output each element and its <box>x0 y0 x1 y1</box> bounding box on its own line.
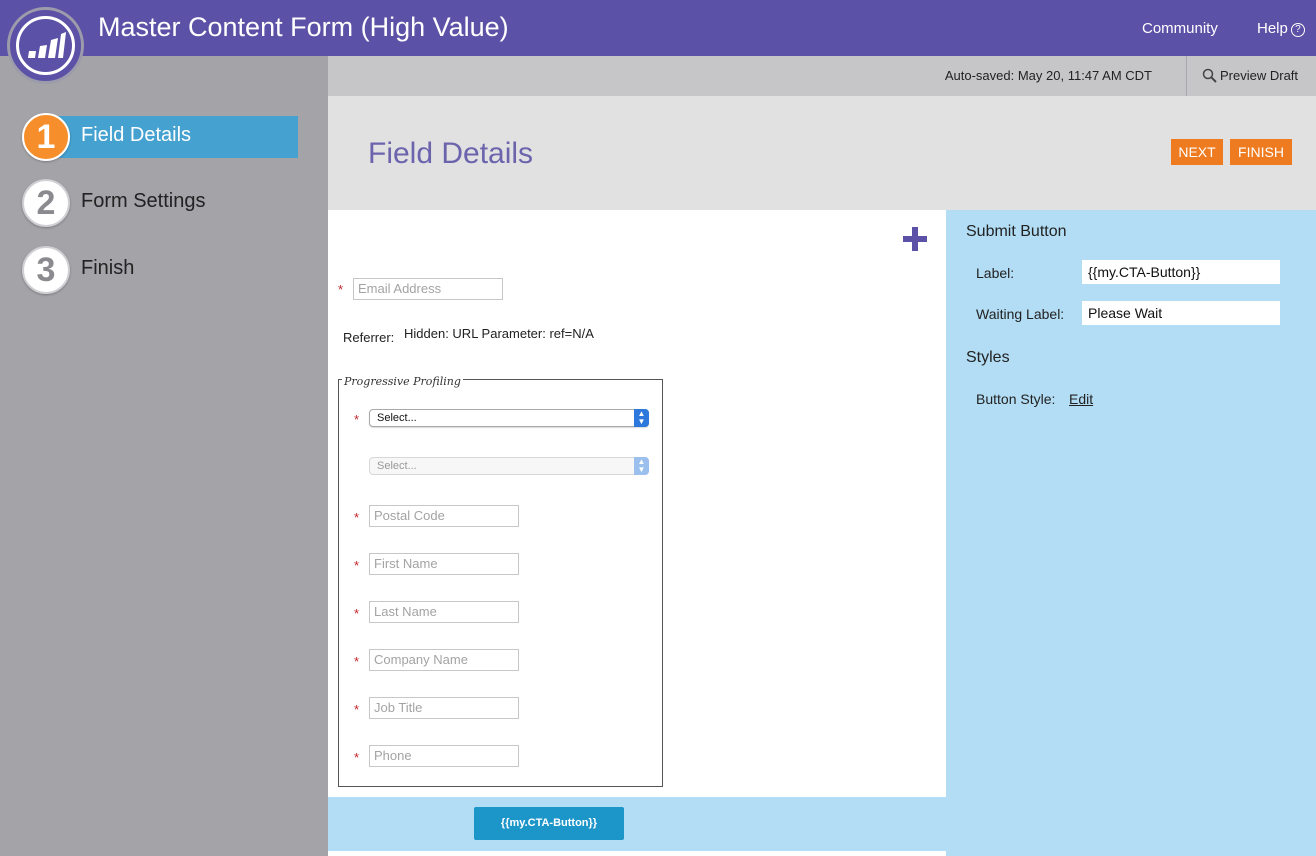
first-name-field[interactable]: First Name <box>369 553 519 575</box>
submit-button[interactable]: {{my.CTA-Button}} <box>474 807 624 840</box>
submit-button-heading: Submit Button <box>966 223 1067 240</box>
waiting-label-input[interactable]: Please Wait <box>1082 301 1280 325</box>
required-marker: * <box>354 412 360 427</box>
referrer-label: Referrer: <box>343 330 395 345</box>
step-number-badge: 1 <box>22 113 70 161</box>
select-dropdown-2[interactable]: Select... ▲ ▼ <box>369 457 649 475</box>
search-icon <box>1202 68 1217 83</box>
waiting-label-label: Waiting Label: <box>976 306 1065 322</box>
divider <box>1186 56 1187 96</box>
progressive-profiling-box[interactable] <box>338 379 663 787</box>
button-style-label: Button Style: <box>976 391 1056 407</box>
select-value: Select... <box>377 412 417 424</box>
step-label: Finish <box>81 257 135 279</box>
required-marker: * <box>354 558 360 573</box>
styles-heading: Styles <box>966 349 1010 366</box>
phone-field[interactable]: Phone <box>369 745 519 767</box>
finish-button[interactable]: FINISH <box>1230 139 1292 165</box>
autosave-status: Auto-saved: May 20, 11:47 AM CDT <box>944 68 1152 83</box>
community-link[interactable]: Community <box>1142 20 1218 37</box>
logo-bars-icon <box>16 16 75 75</box>
preview-draft-button[interactable]: Preview Draft <box>1202 68 1298 83</box>
preview-draft-label: Preview Draft <box>1220 68 1299 83</box>
step-label: Form Settings <box>81 190 206 212</box>
required-marker: * <box>354 654 360 669</box>
add-field-icon[interactable] <box>902 226 928 252</box>
help-label: Help <box>1257 20 1288 37</box>
submit-button-row[interactable]: {{my.CTA-Button}} <box>328 797 946 851</box>
company-name-field[interactable]: Company Name <box>369 649 519 671</box>
button-label-input[interactable]: {{my.CTA-Button}} <box>1082 260 1280 284</box>
step-number-badge: 3 <box>22 246 70 294</box>
page-title: Field Details <box>368 137 534 170</box>
select-value: Select... <box>377 460 417 472</box>
job-title-field[interactable]: Job Title <box>369 697 519 719</box>
help-link[interactable]: Help? <box>1257 20 1305 37</box>
postal-code-field[interactable]: Postal Code <box>369 505 519 527</box>
required-marker: * <box>338 282 344 297</box>
step-field-details[interactable]: 1 Field Details <box>22 113 298 161</box>
wizard-sidebar: 1 Field Details 2 Form Settings 3 Finish <box>0 56 328 856</box>
required-marker: * <box>354 606 360 621</box>
next-button[interactable]: NEXT <box>1171 139 1223 165</box>
select-dropdown-1[interactable]: Select... ▲ ▼ <box>369 409 649 427</box>
form-title: Master Content Form (High Value) <box>98 12 509 42</box>
required-marker: * <box>354 510 360 525</box>
step-number-badge: 2 <box>22 179 70 227</box>
help-icon: ? <box>1290 23 1305 37</box>
status-bar: Auto-saved: May 20, 11:47 AM CDT Preview… <box>328 56 1316 96</box>
edit-button-style-link[interactable]: Edit <box>1069 391 1093 407</box>
last-name-field[interactable]: Last Name <box>369 601 519 623</box>
app-logo[interactable] <box>7 7 84 84</box>
top-bar: Master Content Form (High Value) Communi… <box>0 0 1316 56</box>
step-finish[interactable]: 3 Finish <box>22 246 298 294</box>
referrer-hidden-value[interactable]: Hidden: URL Parameter: ref=N/A <box>404 326 594 341</box>
step-form-settings[interactable]: 2 Form Settings <box>22 179 298 227</box>
required-marker: * <box>354 702 360 717</box>
chevron-updown-icon: ▲ ▼ <box>634 409 649 427</box>
progressive-profiling-legend: Progressive Profiling <box>342 375 463 388</box>
required-marker: * <box>354 750 360 765</box>
label-label: Label: <box>976 265 1015 281</box>
step-label: Field Details <box>81 124 192 146</box>
form-canvas: * Email Address Referrer: Hidden: URL Pa… <box>328 210 946 856</box>
chevron-updown-icon: ▲ ▼ <box>634 457 649 475</box>
email-field[interactable]: Email Address <box>353 278 503 300</box>
properties-panel: Submit Button Label: {{my.CTA-Button}} W… <box>946 210 1316 856</box>
page-header: Field Details NEXT FINISH <box>328 96 1316 210</box>
